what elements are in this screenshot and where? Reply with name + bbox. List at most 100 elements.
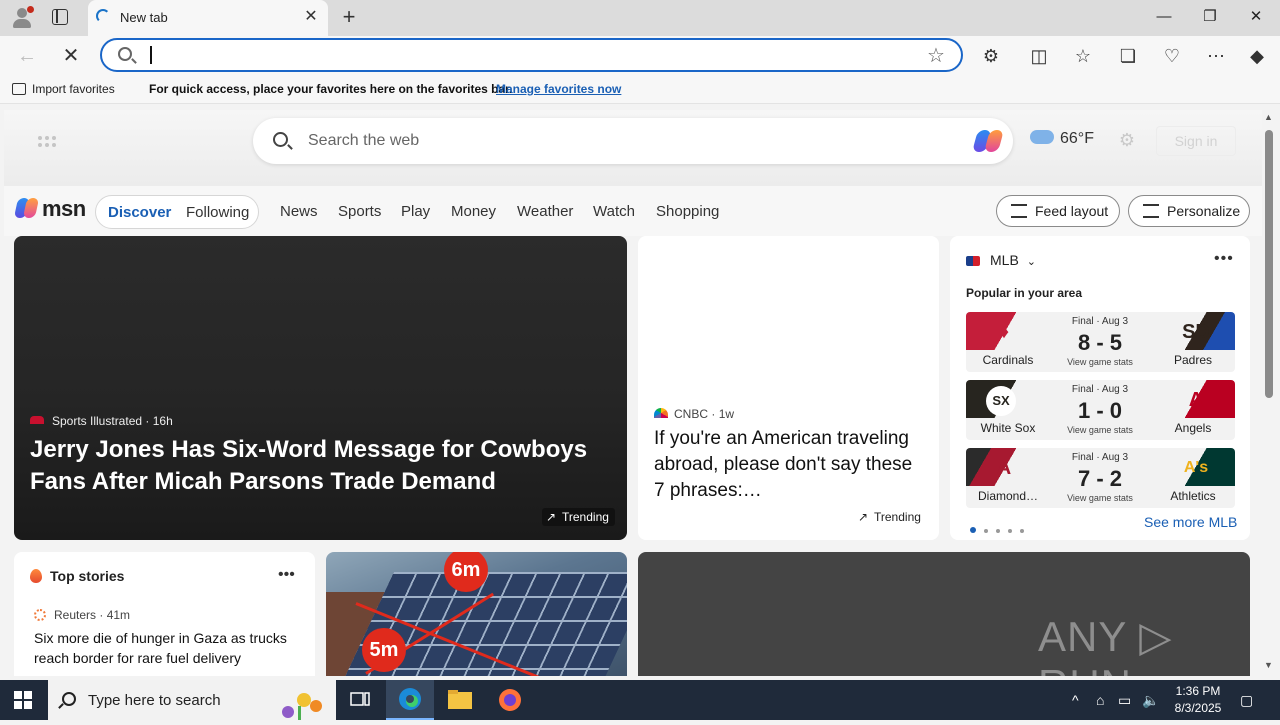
away-team-name: Angels: [1174, 421, 1212, 435]
sliders-icon: [1011, 204, 1027, 218]
game-status: Final · Aug 3: [1071, 316, 1129, 327]
cnbc-card[interactable]: CNBC · 1w If you're an American travelin…: [638, 236, 939, 540]
see-more-mlb-link[interactable]: See more MLB: [1144, 514, 1237, 530]
cnbc-peacock-icon: [654, 408, 668, 418]
notifications-icon[interactable]: ▢: [1240, 692, 1253, 709]
video-card[interactable]: ANY ▷ RUN: [638, 552, 1250, 676]
edit-icon: [1143, 204, 1159, 218]
view-game-stats-link[interactable]: View game stats: [1050, 425, 1150, 435]
home-team-name: Cardinals: [982, 353, 1034, 367]
firefox-icon[interactable]: [486, 680, 534, 720]
scroll-down-icon[interactable]: ▼: [1264, 660, 1273, 670]
athletics-logo-icon: A's: [1183, 459, 1209, 476]
favorites-bar: Import favorites For quick access, place…: [0, 76, 1280, 104]
feed-layout-button[interactable]: Feed layout: [996, 195, 1120, 227]
feed-toggle: Discover Following: [95, 195, 259, 229]
favorite-star-icon[interactable]: ☆: [927, 43, 945, 68]
game-row[interactable]: A A's Diamond… Athletics Final · Aug 3 7…: [966, 448, 1235, 508]
diamondbacks-logo-icon: A: [996, 457, 1012, 479]
collections-icon[interactable]: ❏: [1116, 44, 1140, 68]
home-team-name: Diamond…: [977, 489, 1039, 503]
carousel-dots[interactable]: [970, 520, 1032, 538]
tab-actions-icon[interactable]: [52, 9, 68, 25]
article-source: Sports Illustrated · 16h: [30, 414, 173, 428]
hero-card[interactable]: Sports Illustrated · 16h Jerry Jones Has…: [14, 236, 627, 540]
show-hidden-icons[interactable]: ^: [1072, 692, 1079, 708]
split-screen-icon[interactable]: ◫: [1027, 44, 1051, 68]
game-row[interactable]: SX A White Sox Angels Final · Aug 3 1 - …: [966, 380, 1235, 440]
nav-money[interactable]: Money: [451, 203, 496, 220]
watermark-logo: ANY ▷ RUN: [1038, 613, 1173, 676]
edge-taskbar-icon[interactable]: [386, 680, 434, 720]
toolbar: ← ✕ ☆ ⚙ ◫ ☆ ❏ ♡ ⋯ ◆: [0, 36, 1280, 76]
page-scrollbar[interactable]: ▲ ▼: [1262, 110, 1276, 676]
nav-sports[interactable]: Sports: [338, 203, 381, 220]
reuters-logo-icon: [34, 609, 46, 621]
nav-play[interactable]: Play: [401, 203, 430, 220]
meet-now-icon[interactable]: ⌂: [1096, 692, 1104, 708]
angels-logo-icon: A: [1188, 389, 1204, 411]
new-tab-button[interactable]: +: [338, 6, 360, 28]
system-clock[interactable]: 1:36 PM 8/3/2025: [1170, 683, 1226, 717]
trending-arrow-icon: ↗: [858, 510, 869, 524]
settings-gear-icon[interactable]: ⚙: [1117, 130, 1137, 150]
close-window-button[interactable]: ✕: [1233, 0, 1279, 34]
scroll-up-icon[interactable]: ▲: [1264, 112, 1273, 122]
import-favorites-button[interactable]: Import favorites: [12, 82, 115, 96]
taskbar-search[interactable]: Type here to search: [48, 680, 336, 720]
tab-new-tab[interactable]: New tab ✕: [88, 0, 328, 36]
file-explorer-icon[interactable]: [436, 680, 484, 720]
more-options-icon[interactable]: •••: [278, 566, 295, 584]
minimize-button[interactable]: —: [1141, 0, 1187, 34]
stop-loading-button[interactable]: ✕: [56, 41, 86, 71]
weather-widget[interactable]: 66°F: [1030, 124, 1094, 148]
apps-grid-icon[interactable]: [38, 132, 58, 152]
tab-discover[interactable]: Discover: [108, 204, 171, 221]
scrollbar-thumb[interactable]: [1265, 130, 1273, 398]
nav-watch[interactable]: Watch: [593, 203, 635, 220]
network-icon[interactable]: ▭: [1118, 692, 1131, 709]
trending-arrow-icon: ↗: [546, 510, 557, 524]
personalize-button[interactable]: Personalize: [1128, 195, 1250, 227]
more-options-icon[interactable]: •••: [1214, 250, 1234, 268]
solar-article-card[interactable]: 6m 5m: [326, 552, 627, 676]
top-story-headline[interactable]: Six more die of hunger in Gaza as trucks…: [34, 628, 304, 668]
measurement-label: 5m: [362, 628, 406, 672]
extensions-icon[interactable]: ⚙: [979, 44, 1003, 68]
address-bar[interactable]: ☆: [100, 38, 963, 72]
game-status: Final · Aug 3: [1071, 452, 1129, 463]
nav-weather[interactable]: Weather: [517, 203, 573, 220]
more-menu-icon[interactable]: ⋯: [1204, 44, 1228, 68]
away-team-name: Athletics: [1170, 489, 1216, 503]
mlb-header[interactable]: MLB ⌄: [966, 252, 1036, 268]
volume-icon[interactable]: 🔈: [1142, 692, 1159, 709]
manage-favorites-link[interactable]: Manage favorites now: [496, 82, 621, 96]
text-caret: [150, 46, 152, 64]
windows-start-icon[interactable]: [14, 691, 32, 709]
favorites-icon[interactable]: ☆: [1071, 44, 1095, 68]
favorites-hint: For quick access, place your favorites h…: [149, 82, 513, 96]
tab-title: New tab: [120, 10, 168, 25]
nav-news[interactable]: News: [280, 203, 318, 220]
view-game-stats-link[interactable]: View game stats: [1050, 493, 1150, 503]
task-view-icon[interactable]: [336, 680, 384, 720]
nav-shopping[interactable]: Shopping: [656, 203, 719, 220]
sign-in-button[interactable]: Sign in: [1156, 126, 1236, 156]
copilot-icon[interactable]: [972, 126, 1004, 156]
article-source: CNBC · 1w: [654, 407, 734, 421]
restore-button[interactable]: ❐: [1187, 0, 1233, 34]
hero-headline[interactable]: Jerry Jones Has Six-Word Message for Cow…: [30, 434, 615, 498]
back-button[interactable]: ←: [12, 41, 42, 71]
view-game-stats-link[interactable]: View game stats: [1050, 357, 1150, 367]
cnbc-headline[interactable]: If you're an American traveling abroad, …: [654, 426, 924, 504]
game-row[interactable]: ♦ SD Cardinals Padres Final · Aug 3 8 - …: [966, 312, 1235, 372]
close-tab-icon[interactable]: ✕: [302, 8, 320, 26]
flame-icon: [30, 569, 42, 583]
tab-following[interactable]: Following: [186, 204, 249, 221]
copilot-icon[interactable]: ◆: [1245, 44, 1269, 68]
article-source: Reuters · 41m: [34, 608, 130, 622]
web-search-box[interactable]: Search the web: [253, 118, 1013, 164]
browser-essentials-icon[interactable]: ♡: [1160, 44, 1184, 68]
profile-icon[interactable]: [10, 6, 34, 30]
top-stories-title: Top stories: [30, 568, 124, 584]
